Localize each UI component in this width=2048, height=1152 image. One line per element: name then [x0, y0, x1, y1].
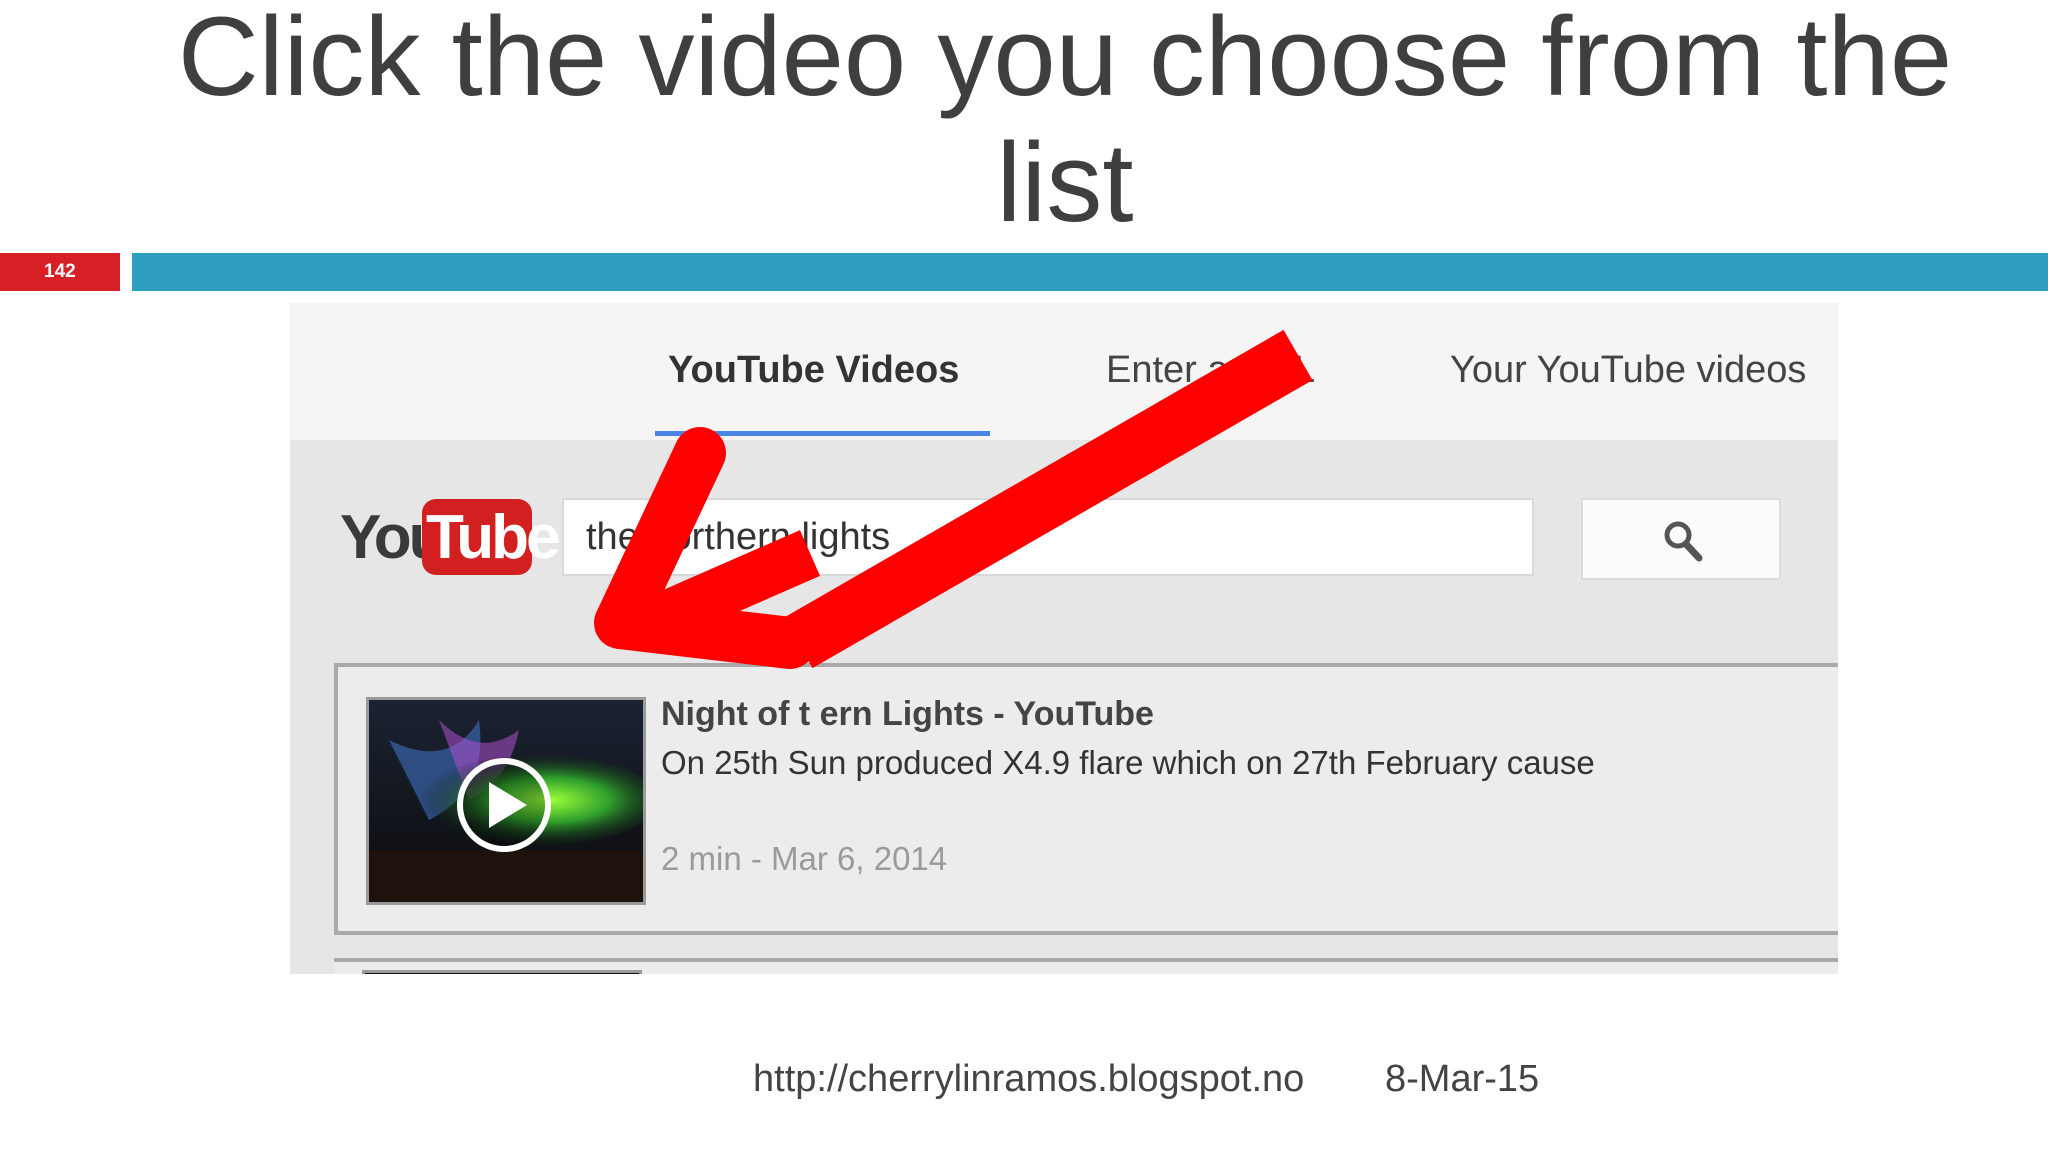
- footer-date: 8-Mar-15: [1385, 1058, 1540, 1100]
- red-arrow-annotation: [594, 329, 1313, 669]
- embedded-screenshot: YouTube Videos Enter a URL Your YouTube …: [290, 303, 1838, 974]
- title-divider-bar: [132, 253, 2048, 291]
- footer-url: http://cherrylinramos.blogspot.no: [753, 1058, 1305, 1100]
- slide-number: 142: [0, 253, 120, 291]
- slide-title: Click the video you choose from the list: [177, 0, 1953, 245]
